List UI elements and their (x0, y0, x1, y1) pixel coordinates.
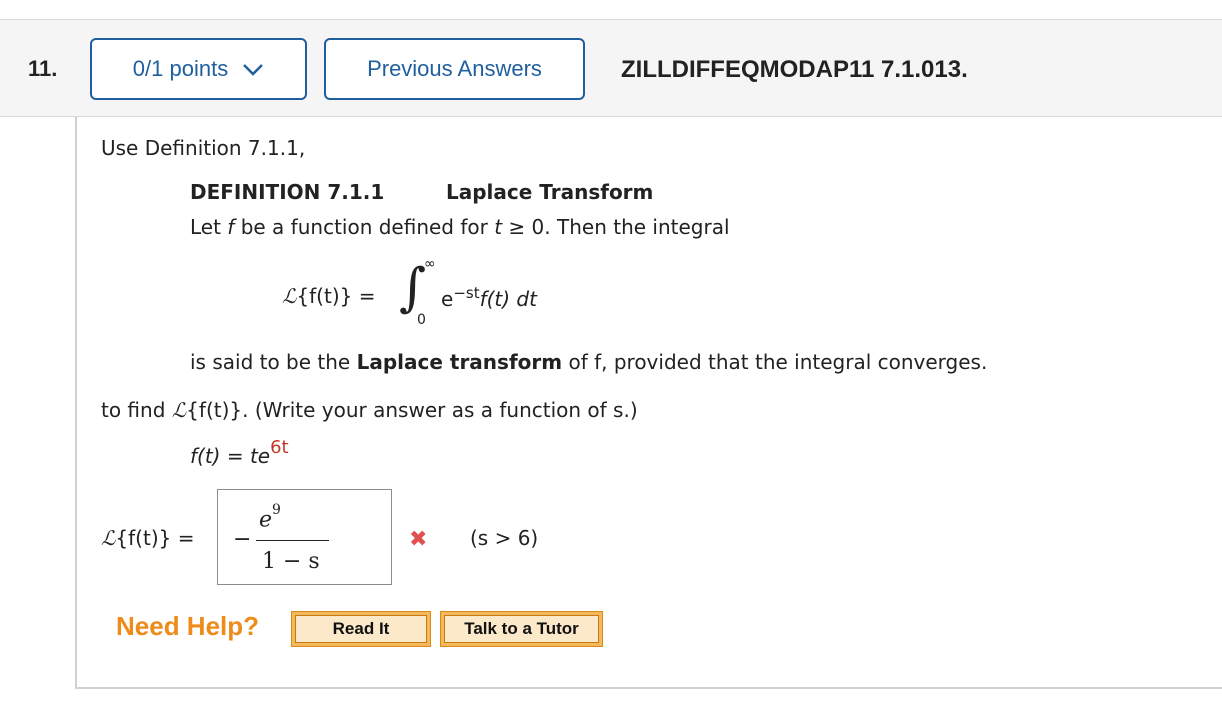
answer-negative-sign: − (233, 527, 252, 552)
fraction-bar (256, 540, 329, 541)
previous-answers-button[interactable]: Previous Answers (324, 38, 585, 100)
talk-to-tutor-label: Talk to a Tutor (444, 615, 599, 643)
definition-conclusion: is said to be the Laplace transform of f… (190, 350, 988, 374)
definition-number: DEFINITION 7.1.1 (190, 180, 385, 204)
function-definition: f(t) = te6t (190, 437, 289, 468)
points-dropdown-button[interactable]: 0/1 points (90, 38, 307, 100)
definition-text: Let f be a function defined for t ≥ 0. T… (190, 215, 730, 239)
question-number: 11. (28, 56, 58, 81)
x-mark-icon: ✖ (409, 527, 428, 552)
answer-condition: (s > 6) (470, 526, 539, 550)
integral-lower-limit: 0 (417, 312, 426, 328)
points-label: 0/1 points (132, 56, 229, 81)
read-it-label: Read It (295, 615, 427, 643)
read-it-button[interactable]: Read It (291, 611, 431, 647)
answer-lhs: ℒ{f(t)} = (101, 526, 195, 550)
need-help-label: Need Help? (116, 611, 260, 641)
answer-denominator: 1 − s (262, 549, 320, 574)
answer-numerator: e9 (259, 502, 281, 533)
transform-definition-lhs: ℒ{f(t)} = (282, 284, 376, 308)
integral-sign: ∫ (399, 258, 427, 318)
intro-text: Use Definition 7.1.1, (101, 136, 306, 160)
integral-upper-limit: ∞ (424, 256, 436, 272)
definition-title: Laplace Transform (446, 180, 654, 204)
task-instruction: to find ℒ{f(t)}. (Write your answer as a… (101, 398, 638, 422)
question-header: 11. 0/1 points Previous Answers ZILLDIFF… (0, 19, 1222, 117)
question-id: ZILLDIFFEQMODAP11 7.1.013. (621, 56, 968, 83)
integrand: e−stf(t) dt (441, 284, 537, 311)
chevron-down-icon (242, 57, 264, 83)
previous-answers-label: Previous Answers (367, 56, 542, 81)
talk-to-tutor-button[interactable]: Talk to a Tutor (440, 611, 603, 647)
